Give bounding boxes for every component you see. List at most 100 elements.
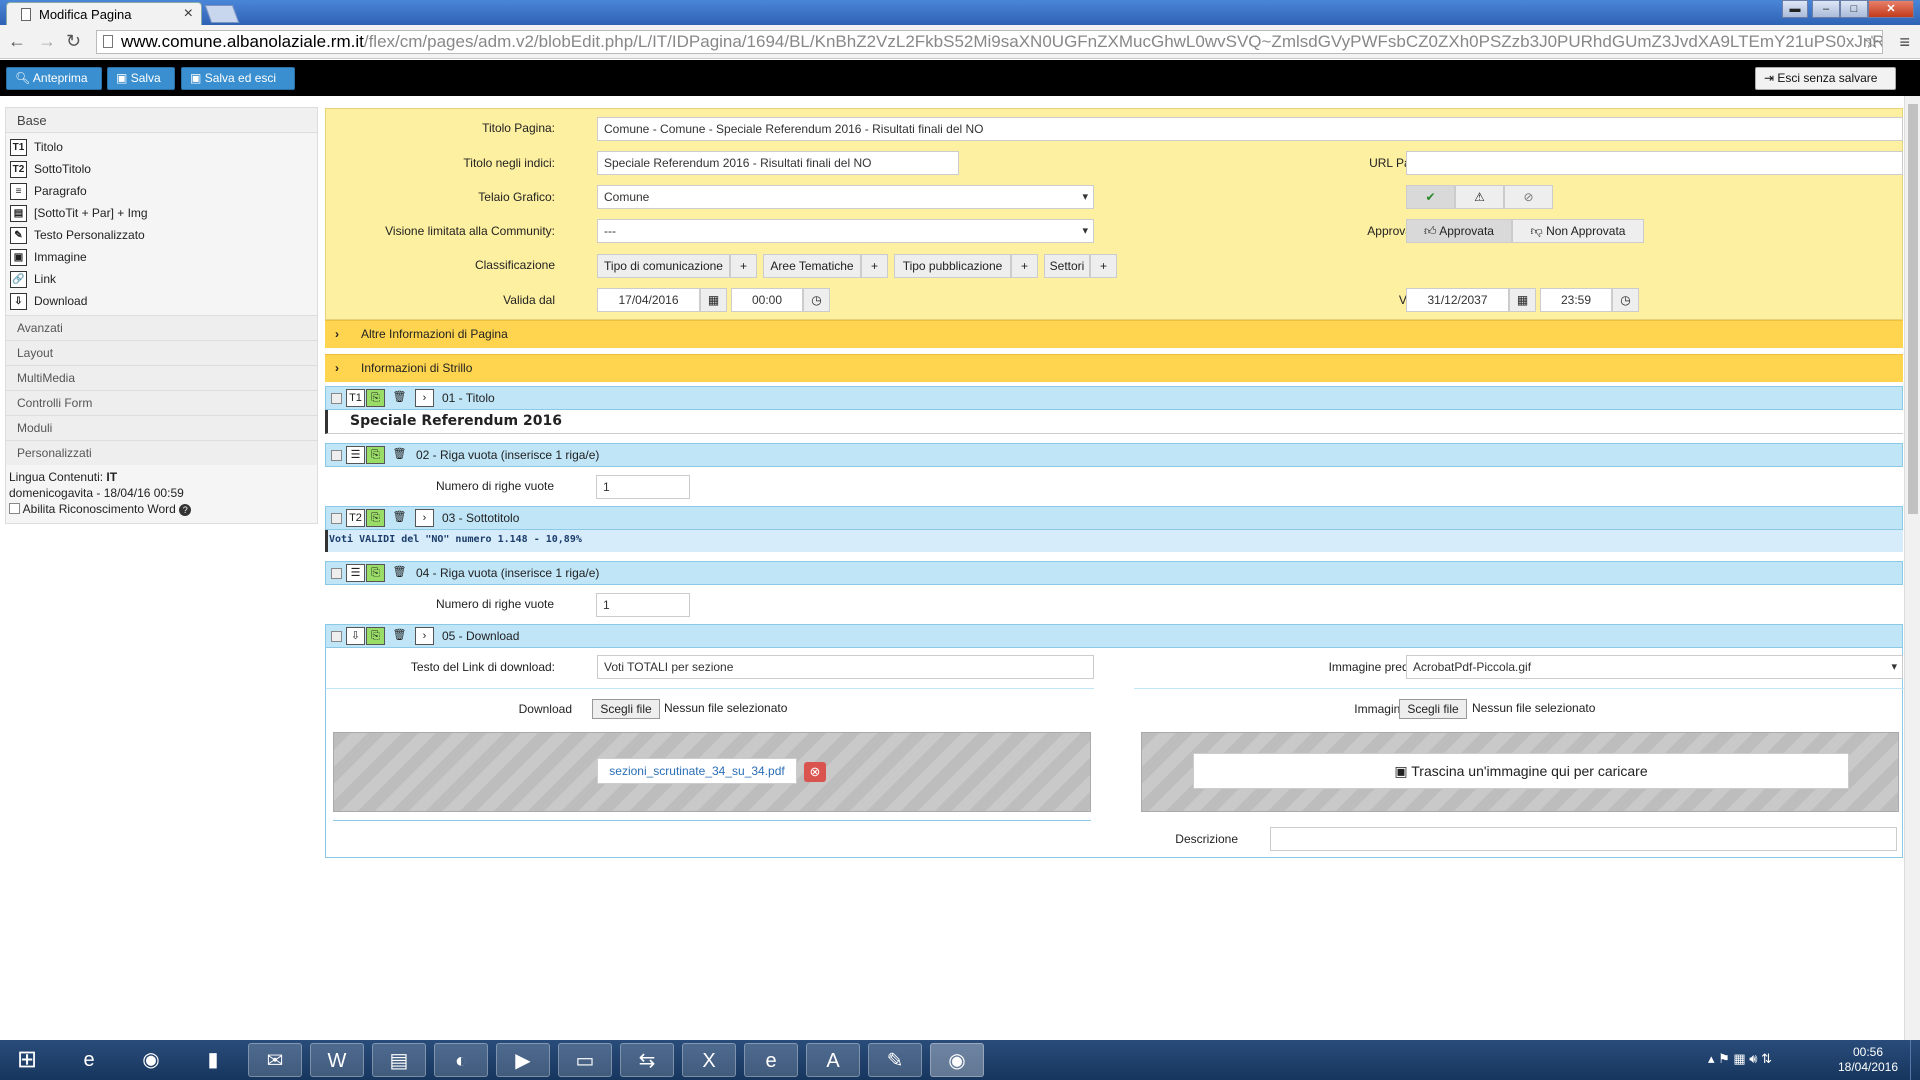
sidebar-cat-personalizzati[interactable]: Personalizzati (6, 440, 317, 465)
accordion-strillo[interactable]: › Informazioni di Strillo (325, 354, 1903, 382)
valid-from-time-input[interactable]: 00:00 (731, 288, 803, 312)
explorer-icon[interactable]: ▤ (372, 1043, 426, 1077)
url-input[interactable]: www.comune.albanolaziale.rm.it/flex/cm/p… (96, 30, 1883, 54)
add-settori-button[interactable]: + (1090, 254, 1117, 278)
copy-icon[interactable]: ⎘ (366, 446, 385, 464)
state-warning-button[interactable]: ⚠ (1455, 185, 1504, 209)
valid-to-time-input[interactable]: 23:59 (1540, 288, 1612, 312)
word-recognition-row[interactable]: Abilita Riconoscimento Word ? (9, 501, 314, 517)
community-select[interactable]: --- (597, 219, 1094, 243)
uploaded-file-link[interactable]: sezioni_scrutinate_34_su_34.pdf (597, 758, 797, 784)
trash-icon[interactable]: 🗑︎ (390, 509, 409, 527)
trash-icon[interactable]: 🗑︎ (390, 564, 409, 582)
bookmark-star-icon[interactable]: ☆ (1864, 31, 1880, 53)
image-drop-zone[interactable]: ▣ Trascina un'immagine qui per caricare (1141, 732, 1899, 812)
sidebar-item-sottotitolo[interactable]: T2 SottoTitolo (6, 158, 317, 180)
media-player-icon[interactable]: ▶ (496, 1043, 550, 1077)
chevron-right-icon[interactable]: › (415, 509, 434, 527)
trash-icon[interactable]: 🗑︎ (390, 627, 409, 645)
block-checkbox[interactable] (331, 513, 342, 524)
accordion-altre-info[interactable]: › Altre Informazioni di Pagina (325, 320, 1903, 348)
chrome-icon[interactable]: ◉ (124, 1043, 178, 1077)
copy-icon[interactable]: ⎘ (366, 389, 385, 407)
sidebar-item-immagine[interactable]: ▣ Immagine (6, 246, 317, 268)
word-icon[interactable]: W (310, 1043, 364, 1077)
ie-running-icon[interactable]: e (744, 1043, 798, 1077)
empty-rows-input[interactable]: 1 (596, 475, 690, 499)
excel-icon[interactable]: X (682, 1043, 736, 1077)
acrobat-icon[interactable]: A (806, 1043, 860, 1077)
not-approved-button[interactable]: 👎︎ Non Approvata (1512, 219, 1644, 243)
tab-close-icon[interactable]: × (184, 5, 193, 23)
calendar-icon[interactable]: ▦ (1509, 288, 1536, 312)
exit-without-saving-button[interactable]: ⇥ Esci senza salvare (1755, 67, 1896, 90)
block-checkbox[interactable] (331, 450, 342, 461)
scrollbar-thumb[interactable] (1908, 104, 1918, 514)
add-aree-button[interactable]: + (861, 254, 888, 278)
remove-file-icon[interactable]: ⊗ (804, 762, 826, 782)
class-tag-comunicazione[interactable]: Tipo di comunicazione (597, 254, 730, 278)
paint-icon[interactable]: ✎ (868, 1043, 922, 1077)
block-checkbox[interactable] (331, 568, 342, 579)
valid-from-date-input[interactable]: 17/04/2016 (597, 288, 700, 312)
back-icon[interactable]: ← (8, 31, 26, 52)
chevron-right-icon[interactable]: › (415, 389, 434, 407)
browser-tab[interactable]: Modifica Pagina × (6, 2, 202, 25)
teamviewer-icon[interactable]: ⇆ (620, 1043, 674, 1077)
link-text-input[interactable]: Voti TOTALI per sezione (597, 655, 1094, 679)
sidebar-cat-controlli-form[interactable]: Controlli Form (6, 390, 317, 415)
sidebar-item-testo-personalizzato[interactable]: ✎ Testo Personalizzato (6, 224, 317, 246)
index-title-input[interactable]: Speciale Referendum 2016 - Risultati fin… (597, 151, 959, 175)
choose-file-button[interactable]: Scegli file (592, 699, 660, 719)
sidebar-cat-layout[interactable]: Layout (6, 340, 317, 365)
preview-button[interactable]: 🔍︎ Anteprima (6, 67, 102, 90)
class-tag-pubblicazione[interactable]: Tipo pubblicazione (894, 254, 1011, 278)
sidebar-item-sottotit-par-img[interactable]: ▤ [SottoTit + Par] + Img (6, 202, 317, 224)
sidebar-cat-moduli[interactable]: Moduli (6, 415, 317, 440)
mail-app-icon[interactable]: ✉ (248, 1043, 302, 1077)
maximize-button[interactable]: □ (1840, 0, 1868, 18)
block-checkbox[interactable] (331, 393, 342, 404)
approved-button[interactable]: 👍︎ Approvata (1406, 219, 1512, 243)
reload-icon[interactable]: ↻ (66, 31, 81, 52)
file-drop-zone[interactable]: sezioni_scrutinate_34_su_34.pdf ⊗ (333, 732, 1091, 812)
default-image-select[interactable]: AcrobatPdf-Piccola.gif (1406, 655, 1903, 679)
help-icon[interactable]: ? (179, 504, 192, 516)
sidebar-item-paragrafo[interactable]: ≡ Paragrafo (6, 180, 317, 202)
copy-icon[interactable]: ⎘ (366, 509, 385, 527)
calendar-icon[interactable]: ▦ (700, 288, 727, 312)
url-speaking-input[interactable] (1406, 151, 1903, 175)
add-comunicazione-button[interactable]: + (730, 254, 757, 278)
choose-image-button[interactable]: Scegli file (1399, 699, 1467, 719)
class-tag-aree[interactable]: Aree Tematiche (763, 254, 861, 278)
empty-rows-input[interactable]: 1 (596, 593, 690, 617)
state-published-button[interactable]: ✔ (1406, 185, 1455, 209)
clock-icon[interactable]: ◷ (803, 288, 830, 312)
block-checkbox[interactable] (331, 631, 342, 642)
menu-icon[interactable]: ≡ (1899, 32, 1910, 53)
sidebar-item-link[interactable]: 🔗 Link (6, 268, 317, 290)
tray-clock[interactable]: 00:56 18/04/2016 (1828, 1045, 1908, 1075)
start-button[interactable]: ⊞ (4, 1043, 50, 1077)
class-tag-settori[interactable]: Settori (1044, 254, 1090, 278)
folder-icon[interactable]: ▭ (558, 1043, 612, 1077)
firefox-icon[interactable]: ◐ (434, 1043, 488, 1077)
sidebar-head-base[interactable]: Base (6, 108, 317, 133)
frame-select[interactable]: Comune (597, 185, 1094, 209)
sidebar-item-download[interactable]: ⇩ Download (6, 290, 317, 312)
save-button[interactable]: ▣ Salva (107, 67, 175, 90)
chrome-running-icon[interactable]: ◉ (930, 1043, 984, 1077)
page-title-input[interactable]: Comune - Comune - Speciale Referendum 20… (597, 117, 1903, 141)
new-tab-button[interactable] (204, 5, 240, 23)
sidebar-cat-avanzati[interactable]: Avanzati (6, 315, 317, 340)
ie-icon[interactable]: e (62, 1043, 116, 1077)
title-content[interactable]: Speciale Referendum 2016 (325, 410, 1903, 434)
copy-icon[interactable]: ⎘ (366, 627, 385, 645)
clock-icon[interactable]: ◷ (1612, 288, 1639, 312)
sidebar-item-titolo[interactable]: T1 Titolo (6, 136, 317, 158)
show-desktop-button[interactable] (1910, 1040, 1920, 1080)
word-checkbox[interactable] (9, 503, 20, 514)
state-hidden-button[interactable]: ⊘ (1504, 185, 1553, 209)
close-window-button[interactable]: ✕ (1868, 0, 1914, 18)
trash-icon[interactable]: 🗑︎ (390, 446, 409, 464)
